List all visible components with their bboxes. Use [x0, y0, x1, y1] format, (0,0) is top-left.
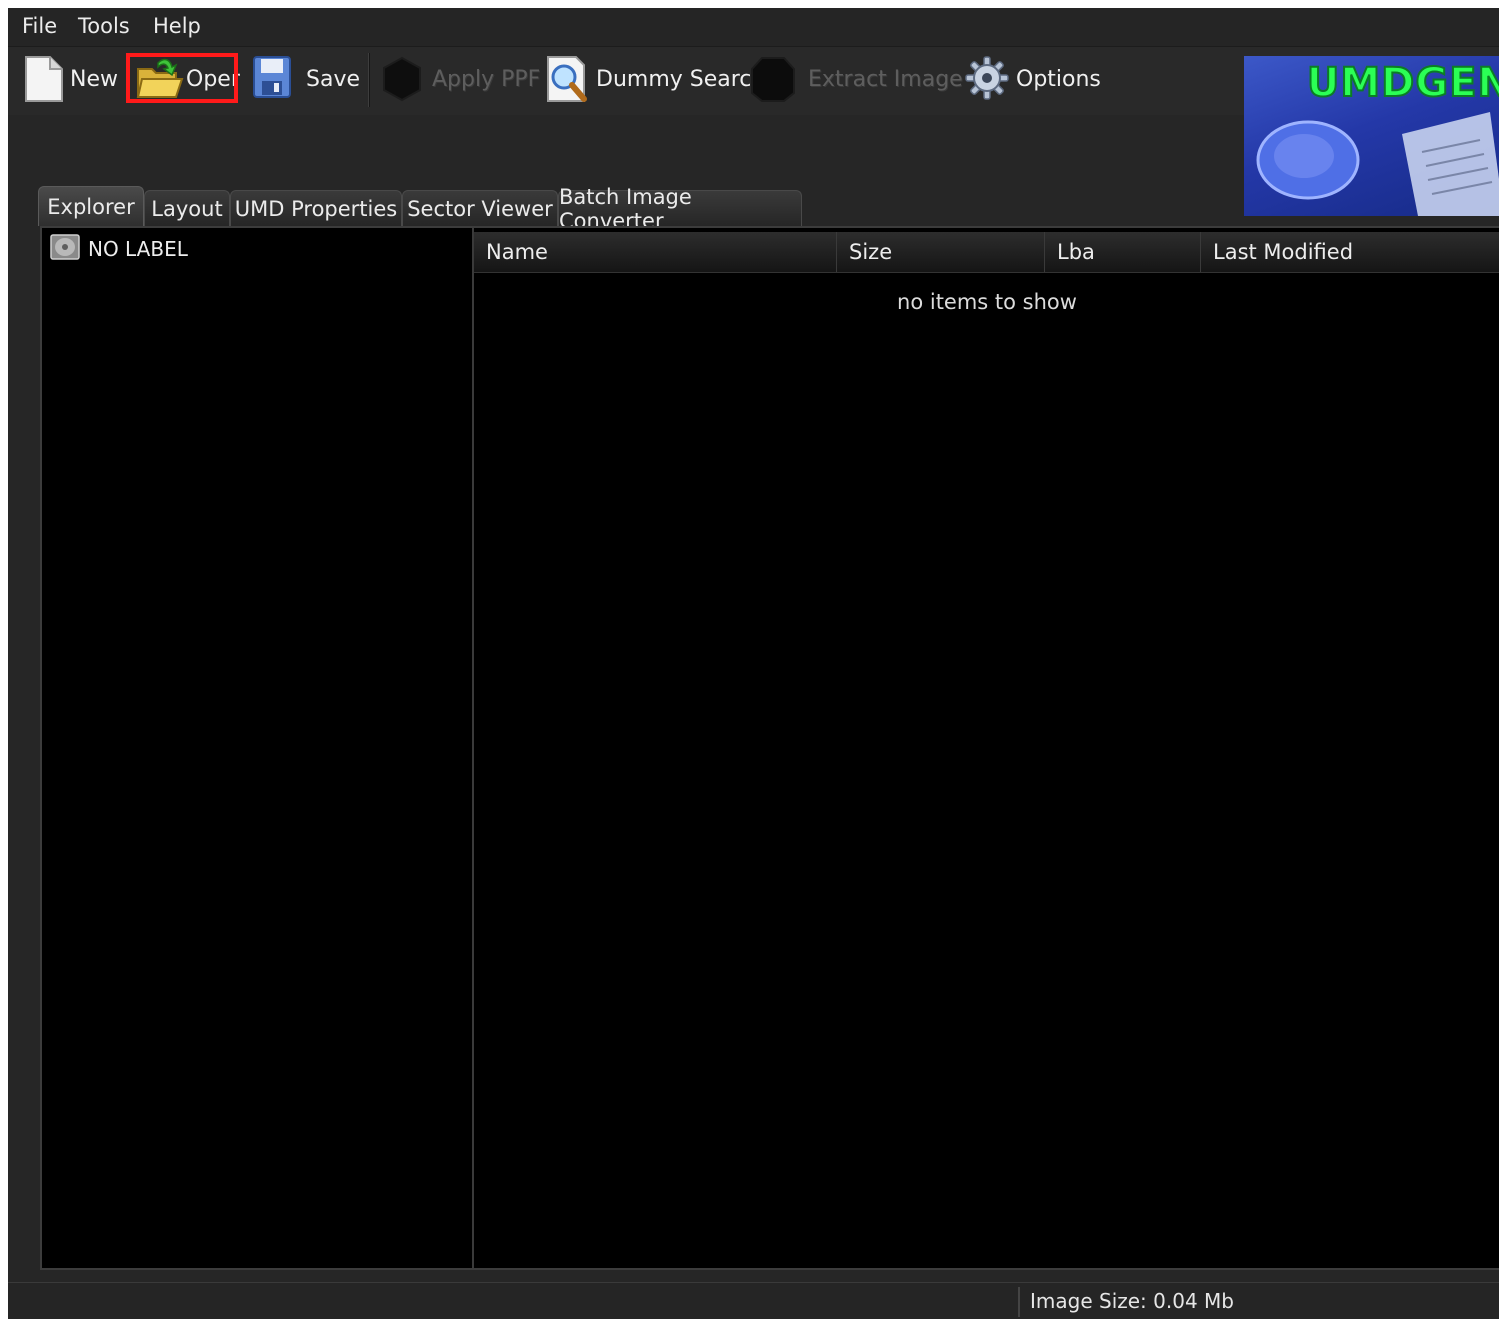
- tree-root-label: NO LABEL: [88, 237, 188, 261]
- list-header: Name Size Lba Last Modified: [474, 232, 1499, 273]
- menu-bar: File Tools Help: [8, 8, 1499, 46]
- image-size-status: Image Size: 0.04 Mb: [1030, 1289, 1234, 1313]
- extract-image-icon: [750, 55, 796, 103]
- explorer-panel: NO LABEL Name Size Lba Last Modified no …: [40, 226, 1499, 1270]
- status-bar: Image Size: 0.04 Mb: [8, 1282, 1499, 1319]
- options-button[interactable]: Options: [964, 47, 1101, 111]
- save-button-label: Save: [306, 66, 361, 92]
- gear-icon: [964, 55, 1010, 103]
- tree-view[interactable]: NO LABEL: [42, 228, 474, 1268]
- status-separator: [1018, 1287, 1020, 1317]
- save-button[interactable]: Save: [252, 47, 360, 111]
- menu-tools[interactable]: Tools: [78, 14, 130, 38]
- toolbar-separator: [368, 53, 370, 107]
- column-size[interactable]: Size: [836, 232, 1044, 272]
- file-list[interactable]: Name Size Lba Last Modified no items to …: [474, 228, 1499, 1268]
- tab-umd-properties[interactable]: UMD Properties: [230, 190, 402, 226]
- open-button-highlight: [126, 53, 238, 103]
- extract-image-button[interactable]: Extract Image: [750, 47, 963, 111]
- menu-help[interactable]: Help: [153, 14, 201, 38]
- dummy-search-label: Dummy Search: [596, 66, 766, 92]
- tab-batch-image-converter[interactable]: Batch Image Converter: [558, 185, 802, 233]
- umdgen-banner: UMDGEN: [1244, 56, 1499, 216]
- apply-ppf-button[interactable]: Apply PPF: [380, 47, 540, 111]
- disc-icon: [50, 234, 80, 264]
- dummy-search-button[interactable]: Dummy Search: [546, 47, 765, 111]
- extract-image-label: Extract Image: [808, 66, 963, 92]
- apply-ppf-icon: [380, 55, 424, 103]
- new-button[interactable]: New: [24, 47, 118, 111]
- options-label: Options: [1016, 66, 1101, 92]
- column-lba[interactable]: Lba: [1044, 232, 1200, 272]
- tab-sector-viewer[interactable]: Sector Viewer: [402, 190, 558, 226]
- apply-ppf-label: Apply PPF: [432, 66, 541, 92]
- disc-illustration-icon: [1256, 112, 1499, 216]
- new-document-icon: [24, 55, 64, 103]
- tree-root-item[interactable]: NO LABEL: [50, 234, 188, 264]
- tab-layout[interactable]: Layout: [144, 190, 230, 226]
- tab-explorer[interactable]: Explorer: [38, 186, 144, 226]
- floppy-disk-icon: [252, 55, 292, 103]
- magnifier-icon: [546, 55, 590, 103]
- app-window: File Tools Help New Oper Save Apply PPF …: [8, 8, 1499, 1319]
- empty-list-message: no items to show: [897, 290, 1077, 314]
- menu-file[interactable]: File: [22, 14, 57, 38]
- new-button-label: New: [70, 66, 118, 92]
- column-name[interactable]: Name: [474, 232, 836, 272]
- column-last-modified[interactable]: Last Modified: [1200, 232, 1499, 272]
